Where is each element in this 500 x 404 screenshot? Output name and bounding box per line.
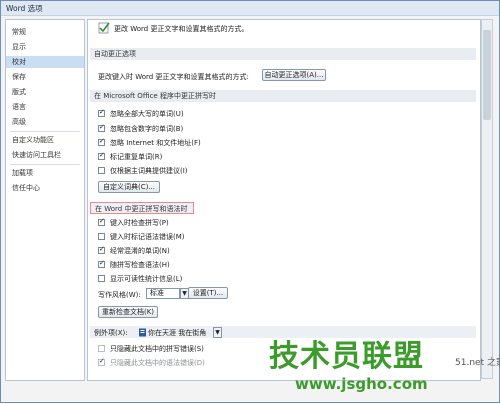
mark-grammar-label: 键入时标记语法错误(M) bbox=[110, 233, 185, 241]
ignore-internet-label: 忽略 Internet 和文件地址(F) bbox=[110, 139, 201, 147]
hide-spelling-errors-label: 只隐藏此文档中的拼写错误(S) bbox=[110, 345, 204, 353]
nav-item-layout[interactable]: 版式 bbox=[6, 86, 84, 98]
main-dictionary-label: 仅根据主词典提供建议(I) bbox=[110, 167, 188, 175]
nav-item-proofing[interactable]: 校对 bbox=[6, 56, 84, 68]
nav-item-advanced[interactable]: 高级 bbox=[6, 116, 84, 128]
writing-style-label: 写作风格(W): bbox=[98, 291, 141, 299]
hide-grammar-errors-label: 只隐藏此文档中的语法错误(D) bbox=[110, 359, 205, 367]
exceptions-label: 例外项(X): bbox=[94, 329, 128, 337]
autocorrect-section-header: 自动更正选项 bbox=[90, 48, 476, 60]
hide-spelling-errors-checkbox[interactable] bbox=[98, 345, 105, 352]
nav-item-general[interactable]: 常规 bbox=[6, 26, 84, 38]
nav-divider bbox=[10, 164, 80, 165]
grammar-with-spelling-checkbox[interactable] bbox=[98, 259, 105, 268]
mark-grammar-checkbox[interactable] bbox=[98, 233, 105, 240]
office-spelling-section-header: 在 Microsoft Office 程序中更正拼写时 bbox=[90, 90, 476, 102]
ignore-numbers-label: 忽略包含数字的单词(B) bbox=[110, 125, 184, 133]
flag-repeated-label: 标记重复单词(R) bbox=[110, 153, 163, 161]
confused-words-checkbox[interactable] bbox=[98, 245, 105, 254]
ignore-numbers-checkbox[interactable] bbox=[98, 123, 105, 132]
grammar-settings-button[interactable]: 设置(T)... bbox=[188, 287, 228, 299]
ignore-uppercase-checkbox[interactable] bbox=[98, 108, 105, 117]
nav-item-addins[interactable]: 加载项 bbox=[6, 167, 84, 179]
proofing-description: 更改 Word 更正文字和设置其格式的方式。 bbox=[114, 25, 249, 33]
proofing-panel: 更改 Word 更正文字和设置其格式的方式。 自动更正选项 更改键入时 Word… bbox=[87, 19, 481, 381]
nav-item-display[interactable]: 显示 bbox=[6, 41, 84, 53]
nav-item-customize-ribbon[interactable]: 自定义功能区 bbox=[6, 134, 84, 146]
watermark: 技术员联盟 51.net 之家 www.jsgho.com bbox=[269, 331, 500, 404]
watermark-site: www.jsgho.com bbox=[295, 375, 428, 393]
check-spelling-label: 键入时检查拼写(P) bbox=[110, 219, 169, 227]
nav-item-save[interactable]: 保存 bbox=[6, 71, 84, 83]
nav-divider bbox=[10, 131, 80, 132]
word-options-window: Word 选项 常规 显示 校对 保存 版式 语言 高级 自定义功能区 快速访问… bbox=[0, 0, 500, 403]
options-scrollbar[interactable] bbox=[481, 19, 493, 379]
ignore-internet-checkbox[interactable] bbox=[98, 137, 105, 146]
flag-repeated-checkbox[interactable] bbox=[98, 151, 105, 160]
custom-dictionaries-button[interactable]: 自定义词典(C)... bbox=[98, 181, 160, 193]
check-spelling-checkbox[interactable] bbox=[98, 217, 105, 226]
scrollbar-thumb[interactable] bbox=[483, 30, 491, 120]
exceptions-dropdown[interactable]: ▼ bbox=[213, 327, 222, 338]
writing-style-select[interactable]: 标准 bbox=[146, 288, 180, 299]
confused-words-label: 经常混淆的单词(N) bbox=[110, 247, 170, 255]
autocorrect-description: 更改键入时 Word 更正文字和设置其格式的方式: bbox=[98, 73, 249, 81]
readability-label: 显示可读性统计信息(L) bbox=[110, 275, 183, 283]
autocorrect-options-button[interactable]: 自动更正选项(A)... bbox=[262, 69, 326, 81]
main-dictionary-checkbox[interactable] bbox=[98, 167, 105, 174]
grammar-with-spelling-label: 随拼写检查语法(H) bbox=[110, 261, 170, 269]
nav-item-trust-center[interactable]: 信任中心 bbox=[6, 182, 84, 194]
proofing-check-icon bbox=[98, 22, 110, 34]
watermark-logo: 技术员联盟 bbox=[269, 339, 424, 374]
document-icon bbox=[139, 328, 146, 337]
nav-item-language[interactable]: 语言 bbox=[6, 101, 84, 113]
exceptions-document-select[interactable]: 你在天涯 我在街角 bbox=[148, 328, 206, 338]
hide-grammar-errors-checkbox[interactable] bbox=[98, 357, 105, 366]
watermark-small-text: 51.net 之家 bbox=[455, 358, 500, 368]
chevron-down-icon: ▼ bbox=[182, 290, 187, 297]
readability-checkbox[interactable] bbox=[98, 275, 105, 282]
title-bar: Word 选项 bbox=[1, 1, 499, 16]
recheck-document-button[interactable]: 重新检查文档(K) bbox=[98, 306, 158, 318]
ignore-uppercase-label: 忽略全部大写的单词(U) bbox=[110, 110, 184, 118]
chevron-down-icon: ▼ bbox=[215, 329, 220, 336]
word-spelling-section-header: 在 Word 中更正拼写和语法时 bbox=[90, 202, 194, 214]
nav-item-quick-access-toolbar[interactable]: 快速访问工具栏 bbox=[6, 149, 84, 161]
window-title: Word 选项 bbox=[6, 4, 43, 13]
options-nav: 常规 显示 校对 保存 版式 语言 高级 自定义功能区 快速访问工具栏 加载项 … bbox=[5, 19, 85, 381]
